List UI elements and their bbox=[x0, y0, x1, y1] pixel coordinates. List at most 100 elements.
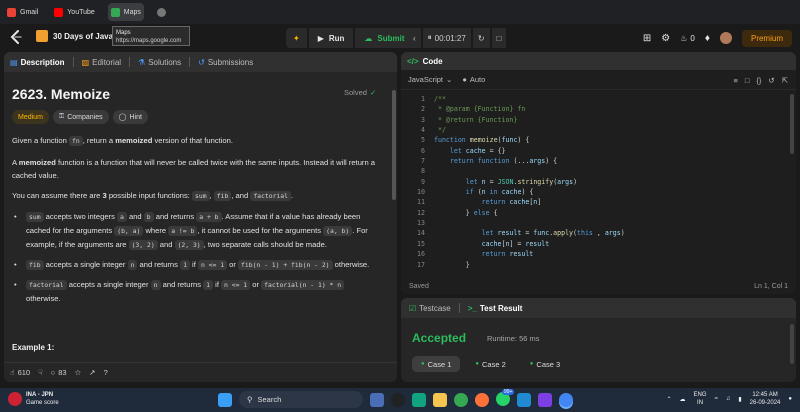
case-1-button[interactable]: ● Case 1 bbox=[412, 356, 461, 372]
list-item: sum accepts two integers a and b and ret… bbox=[12, 210, 378, 252]
volume-icon[interactable]: ♫ bbox=[726, 396, 731, 402]
note-icon: □ bbox=[496, 33, 502, 43]
battery-icon[interactable]: ▮ bbox=[738, 396, 741, 403]
problem-title: 2623. Memoize bbox=[12, 86, 111, 102]
search-icon: ⚲ bbox=[247, 395, 253, 404]
description-content: 2623. Memoize Solved ✓ Medium ⚿ Companie… bbox=[4, 72, 390, 362]
reset-timer-button[interactable]: ↻ bbox=[472, 28, 490, 48]
result-scrollbar[interactable] bbox=[790, 324, 794, 364]
memoized-definition: A memoized function is a function that w… bbox=[12, 158, 376, 180]
companies-tag[interactable]: ⚿ Companies bbox=[52, 110, 109, 124]
layout-grid-icon[interactable]: ⊞ bbox=[643, 33, 651, 44]
help-icon[interactable]: ? bbox=[104, 368, 108, 377]
book-open-icon: ▧ bbox=[81, 57, 90, 67]
bookmark-maps[interactable]: Maps bbox=[107, 3, 144, 21]
github-icon[interactable] bbox=[391, 392, 405, 407]
extension-icon bbox=[156, 7, 166, 17]
result-status: Accepted bbox=[412, 331, 467, 345]
wifi-icon[interactable]: ≈ bbox=[715, 396, 718, 402]
timer-collapse-button[interactable]: ‹ bbox=[408, 28, 421, 48]
description-scrollbar[interactable] bbox=[392, 90, 396, 200]
timer-display[interactable]: ⏸ 00:01:27 bbox=[422, 28, 471, 48]
people-app-icon[interactable] bbox=[370, 392, 384, 407]
streak-counter[interactable]: ♨ 0 bbox=[680, 34, 695, 43]
case-2-button[interactable]: ● Case 2 bbox=[466, 356, 514, 372]
runtime-text: Runtime: 56 ms bbox=[487, 334, 540, 343]
input-functions-note: You can assume there are 3 possible inpu… bbox=[12, 191, 294, 201]
tab-submissions[interactable]: ↺ Submissions bbox=[198, 58, 253, 67]
tab-description[interactable]: ▤ Description bbox=[10, 58, 65, 67]
thumbs-down-icon[interactable]: ☟ bbox=[38, 368, 43, 377]
flask-icon: ⚗ bbox=[138, 57, 146, 67]
user-avatar[interactable] bbox=[719, 32, 732, 44]
debug-button[interactable]: ✦ bbox=[286, 28, 307, 48]
language-select[interactable]: JavaScript ⌄ bbox=[408, 75, 452, 84]
chatgpt-icon[interactable] bbox=[412, 392, 426, 407]
pass-dot-icon: ● bbox=[421, 361, 425, 367]
clock[interactable]: 12:45 AM 26-09-2024 bbox=[750, 391, 781, 407]
premium-button[interactable]: Premium bbox=[741, 29, 792, 47]
chevron-up-icon[interactable]: ⌃ bbox=[667, 396, 672, 403]
editor-scrollbar[interactable] bbox=[790, 94, 794, 154]
thumbs-up-icon: ☝ bbox=[10, 368, 15, 377]
braces-icon[interactable]: {} bbox=[756, 76, 761, 85]
tab-divider bbox=[129, 57, 131, 67]
chrome-icon[interactable] bbox=[454, 392, 468, 407]
file-explorer-icon[interactable] bbox=[433, 392, 447, 407]
firefox-icon[interactable] bbox=[475, 392, 489, 407]
taskbar-search[interactable]: ⚲ Search bbox=[239, 391, 363, 408]
result-tabs: ☑ Testcase >_ Test Result bbox=[401, 298, 796, 318]
tab-solutions[interactable]: ⚗ Solutions bbox=[138, 58, 181, 67]
submit-button[interactable]: ☁ Submit bbox=[355, 28, 414, 48]
comment-icon: ○ bbox=[50, 368, 56, 377]
format-icon[interactable]: ≡ bbox=[733, 76, 737, 85]
notes-button[interactable]: □ bbox=[491, 28, 507, 48]
notifications-bell-icon[interactable]: ♦ bbox=[705, 33, 710, 44]
fire-icon: ♨ bbox=[680, 33, 688, 43]
editor-toolbar: JavaScript ⌄ ● Auto ≡ □ {} ↺ ⇱ bbox=[401, 70, 796, 90]
news-widget[interactable]: INA - JPN Game score bbox=[8, 391, 59, 407]
bookmark-gmail[interactable]: Gmail bbox=[4, 3, 41, 21]
description-tabs: ▤ Description ▧ Editorial ⚗ Solutions ↺ … bbox=[4, 52, 397, 72]
leetcode-logo-icon[interactable] bbox=[9, 30, 23, 44]
cloud-icon[interactable]: ☁ bbox=[680, 396, 686, 403]
problem-list-link[interactable]: 30 Days of JavaSc bbox=[36, 30, 123, 42]
code-tab-bar: </> Code bbox=[401, 52, 796, 70]
function-list: sum accepts two integers a and b and ret… bbox=[12, 210, 378, 305]
hint-tag[interactable]: ◯ Hint bbox=[112, 110, 148, 124]
case-3-button[interactable]: ● Case 3 bbox=[521, 356, 569, 372]
code-lines: /** * @param {Function} fn * @return {Fu… bbox=[434, 95, 625, 269]
like-button[interactable]: ☝ 610 bbox=[10, 368, 30, 377]
bookmark-youtube[interactable]: YouTube bbox=[51, 3, 98, 21]
language-indicator[interactable]: ENG IN bbox=[694, 391, 707, 407]
bookmark-extension[interactable] bbox=[154, 3, 169, 21]
run-button[interactable]: ▶ Run bbox=[308, 28, 354, 48]
difficulty-tag[interactable]: Medium bbox=[12, 110, 49, 124]
auto-mode[interactable]: ● Auto bbox=[462, 75, 485, 84]
tab-divider bbox=[189, 57, 191, 67]
chrome-active-icon[interactable] bbox=[559, 392, 573, 407]
star-icon[interactable]: ☆ bbox=[75, 368, 82, 377]
expand-icon[interactable]: ⇱ bbox=[782, 76, 788, 85]
bookmark-icon[interactable]: □ bbox=[745, 76, 750, 85]
code-editor[interactable]: 1 2 3 4 5 6 7 8 9 10 11 12 13 14 15 16 17 /** * @param {… bbox=[401, 94, 796, 276]
notification-icon[interactable]: ● bbox=[788, 396, 792, 402]
whatsapp-badge[interactable]: 99+ bbox=[496, 388, 515, 408]
tab-editorial[interactable]: ▧ Editorial bbox=[82, 58, 121, 67]
editor-actions: ≡ □ {} ↺ ⇱ bbox=[733, 76, 788, 85]
jetbrains-icon[interactable] bbox=[538, 392, 552, 407]
windows-start-icon[interactable] bbox=[218, 392, 232, 407]
pass-dot-icon: ● bbox=[529, 361, 534, 367]
lock-icon: ● bbox=[462, 75, 467, 84]
system-tray: ⌃ ☁ ENG IN ≈ ♫ ▮ 12:45 AM 26-09-2024 ● bbox=[667, 391, 792, 407]
test-cases: ● Case 1 ● Case 2 ● Case 3 bbox=[412, 356, 569, 372]
test-result-panel: ☑ Testcase >_ Test Result Accepted Runti… bbox=[401, 298, 796, 382]
tab-testcase[interactable]: ☑ Testcase bbox=[409, 304, 451, 313]
vscode-icon[interactable] bbox=[517, 392, 531, 407]
comments-button[interactable]: ○ 83 bbox=[51, 368, 67, 377]
settings-gear-icon[interactable]: ⚙ bbox=[661, 33, 670, 44]
tab-code[interactable]: Code bbox=[423, 57, 443, 66]
share-icon[interactable]: ↗ bbox=[89, 368, 95, 377]
tab-test-result[interactable]: >_ Test Result bbox=[468, 304, 523, 313]
reset-icon[interactable]: ↺ bbox=[768, 76, 774, 85]
